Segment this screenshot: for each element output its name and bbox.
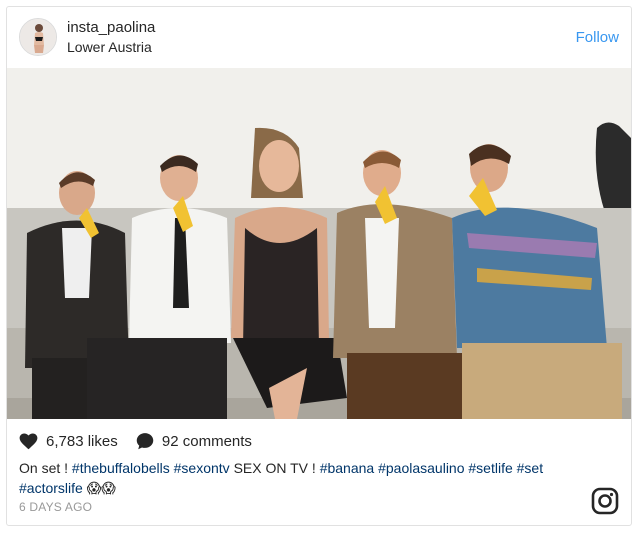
follow-button[interactable]: Follow (576, 29, 619, 46)
post-photo[interactable] (7, 68, 631, 419)
instagram-logo-icon[interactable] (591, 487, 619, 520)
hashtag[interactable]: #banana (320, 460, 375, 476)
caption-text: On set ! (19, 460, 69, 476)
avatar[interactable] (19, 18, 57, 56)
post-caption: On set ! #thebuffalobells #sexontv SEX O… (19, 458, 579, 498)
post-header: insta_paolina Lower Austria Follow (7, 7, 631, 69)
like-action[interactable]: 6,783 likes (19, 433, 118, 450)
likes-count: 6,783 likes (46, 433, 118, 450)
hashtag[interactable]: #setlife (468, 460, 512, 476)
location[interactable]: Lower Austria (67, 39, 152, 55)
hashtag[interactable]: #set (517, 460, 543, 476)
hashtag[interactable]: #thebuffalobells (72, 460, 170, 476)
emoji: 😱😱 (86, 480, 116, 496)
timestamp[interactable]: 6 DAYS AGO (19, 500, 92, 514)
caption-text: SEX ON TV ! (233, 460, 316, 476)
hashtag[interactable]: #sexontv (174, 460, 230, 476)
username[interactable]: insta_paolina (67, 19, 155, 36)
hashtag[interactable]: #actorslife (19, 480, 83, 496)
heart-icon[interactable] (19, 433, 38, 450)
hashtag[interactable]: #paolasaulino (378, 460, 464, 476)
post-actions: 6,783 likes 92 comments (19, 432, 266, 452)
comments-count: 92 comments (161, 432, 252, 450)
comment-action[interactable]: 92 comments (136, 432, 252, 450)
comment-icon[interactable] (136, 432, 154, 450)
instagram-post-card: insta_paolina Lower Austria Follow 6,783… (6, 6, 632, 526)
